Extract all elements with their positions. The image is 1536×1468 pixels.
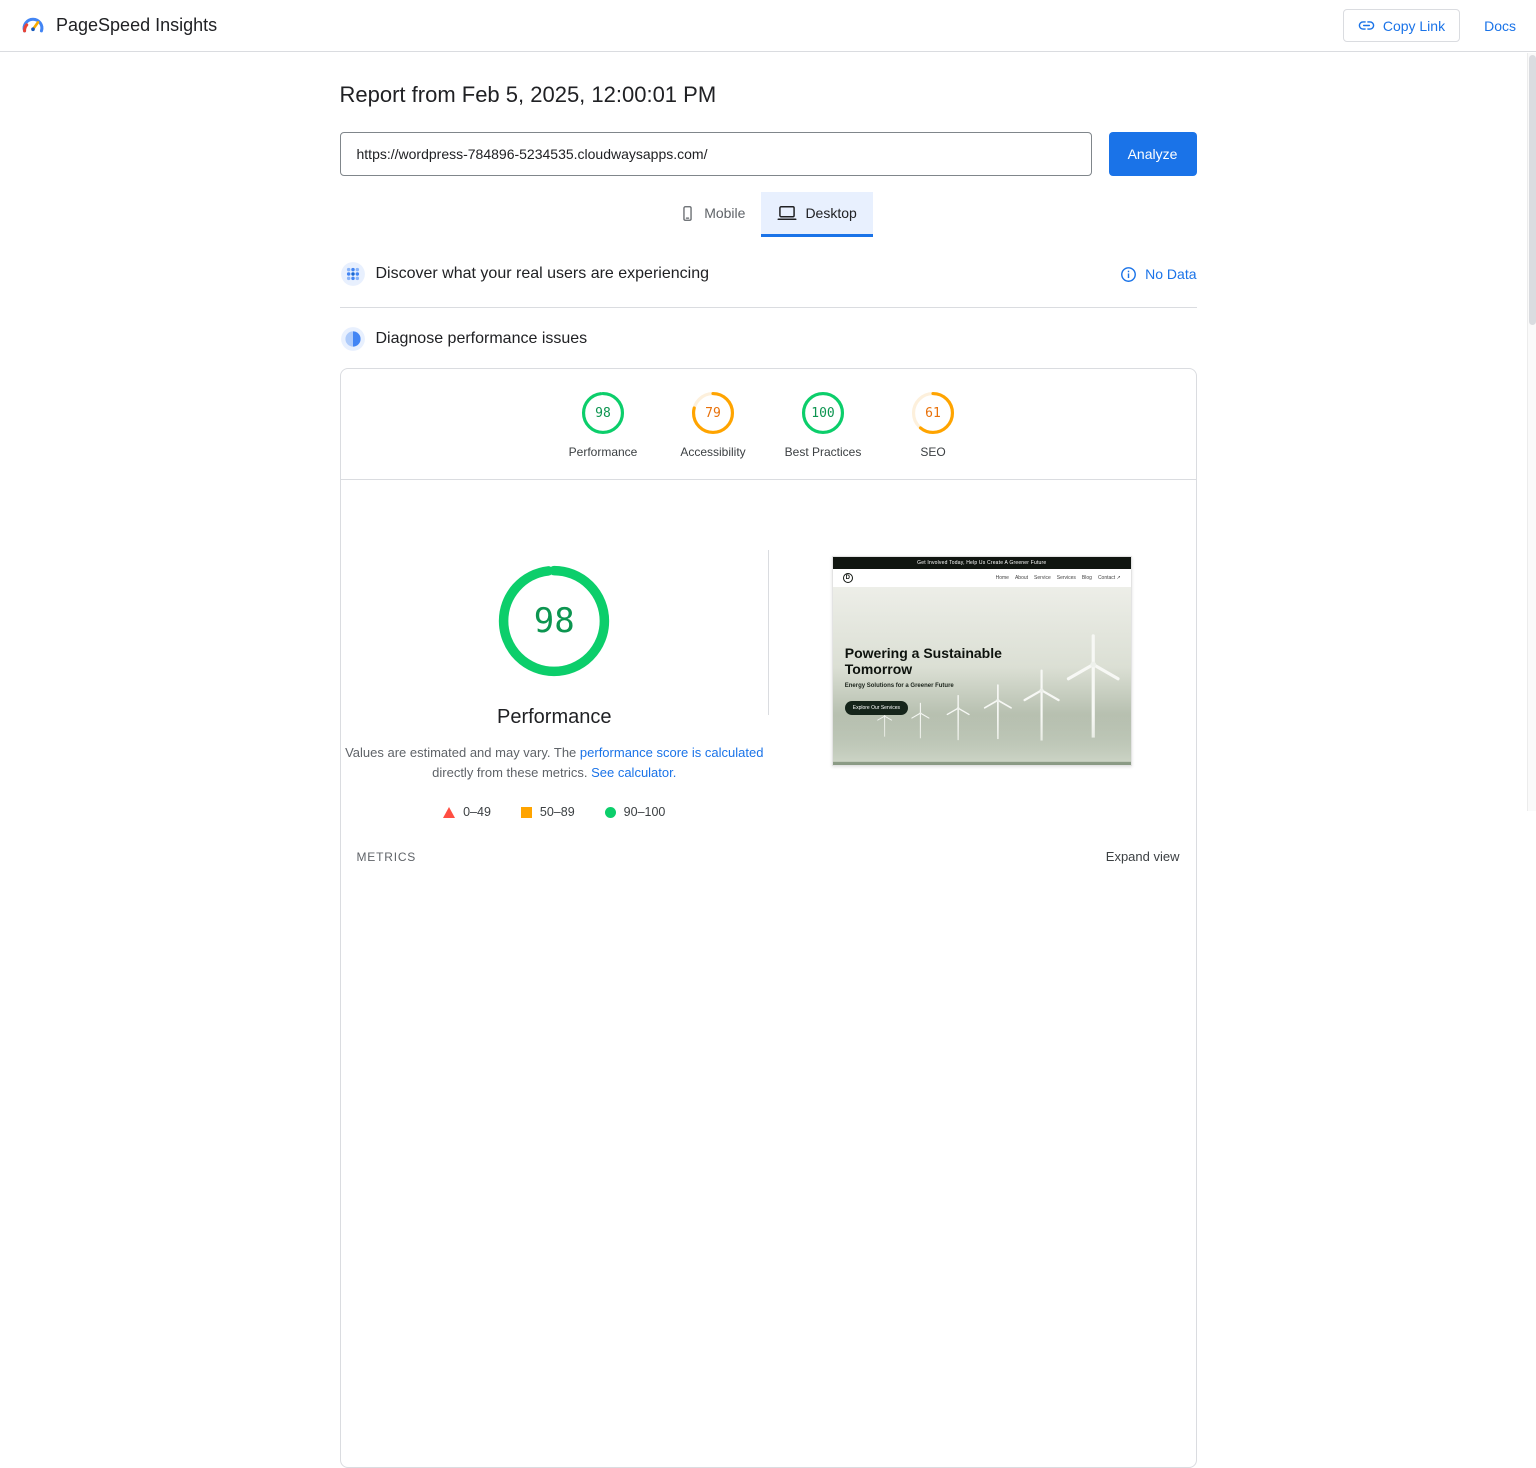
performance-gauge-column: 98 Performance Values are estimated and …: [341, 480, 769, 819]
tab-desktop[interactable]: Desktop: [761, 192, 872, 234]
url-input[interactable]: [340, 132, 1092, 176]
performance-summary: 98 Performance Values are estimated and …: [341, 480, 1196, 819]
site-screenshot-thumbnail[interactable]: Get Involved Today, Help Us Create A Gre…: [832, 556, 1132, 766]
copy-link-button[interactable]: Copy Link: [1343, 9, 1460, 42]
analyze-button[interactable]: Analyze: [1109, 132, 1197, 176]
field-data-section: Discover what your real users are experi…: [340, 261, 1197, 287]
preview-nav-links: Home About Service Services Blog Contact…: [996, 575, 1121, 581]
preview-navbar: D Home About Service Services Blog Conta…: [833, 569, 1131, 587]
note-text: directly from these metrics.: [432, 765, 591, 780]
score-value: 61: [911, 391, 955, 435]
score-gauge-performance[interactable]: 98 Performance: [557, 391, 649, 459]
preview-site-logo: D: [843, 573, 853, 583]
fail-triangle-icon: [443, 807, 455, 818]
preview-nav-item: Blog: [1082, 575, 1092, 581]
see-calculator-link[interactable]: See calculator.: [591, 765, 676, 780]
vertical-divider: [768, 550, 769, 715]
lab-data-section: Diagnose performance issues: [340, 326, 1197, 352]
performance-gauge: 98: [497, 564, 611, 678]
app-header: PageSpeed Insights Copy Link Docs: [0, 0, 1536, 52]
score-legend: 0–49 50–89 90–100: [443, 805, 665, 819]
score-label: Best Practices: [777, 445, 869, 459]
main-content: Report from Feb 5, 2025, 12:00:01 PM Ana…: [340, 52, 1197, 1468]
note-text: Values are estimated and may vary. The: [345, 745, 580, 760]
link-icon: [1358, 17, 1375, 34]
metrics-bar: METRICS Expand view: [341, 849, 1196, 864]
preview-hero: Powering a Sustainable Tomorrow Energy S…: [833, 587, 1131, 765]
desktop-laptop-icon: [777, 203, 797, 223]
docs-link[interactable]: Docs: [1484, 18, 1516, 34]
performance-title: Performance: [497, 706, 612, 729]
copy-link-label: Copy Link: [1383, 18, 1445, 34]
score-label: Accessibility: [667, 445, 759, 459]
performance-note: Values are estimated and may vary. The p…: [344, 743, 764, 783]
score-label: Performance: [557, 445, 649, 459]
no-data-button[interactable]: No Data: [1120, 266, 1196, 283]
preview-hero-heading: Powering a Sustainable Tomorrow: [845, 645, 1015, 677]
lab-data-title: Diagnose performance issues: [376, 330, 588, 348]
preview-nav-item: Service: [1034, 575, 1051, 581]
scrollbar-thumb[interactable]: [1529, 55, 1536, 325]
score-value: 79: [691, 391, 735, 435]
scrollbar[interactable]: [1527, 53, 1536, 811]
category-scores: 98 Performance 79 Accessibility: [341, 391, 1196, 459]
score-value: 98: [581, 391, 625, 435]
score-value: 100: [801, 391, 845, 435]
legend-fail: 0–49: [443, 805, 491, 819]
tab-mobile[interactable]: Mobile: [663, 192, 761, 234]
legend-average: 50–89: [521, 805, 575, 819]
preview-nav-item: Home: [996, 575, 1009, 581]
section-divider: [340, 307, 1197, 308]
mobile-phone-icon: [679, 205, 696, 222]
info-icon: [1120, 266, 1137, 283]
score-calculation-link[interactable]: performance score is calculated: [580, 745, 764, 760]
report-heading: Report from Feb 5, 2025, 12:00:01 PM: [340, 82, 1197, 108]
average-square-icon: [521, 807, 532, 818]
no-data-label: No Data: [1145, 266, 1196, 282]
legend-pass: 90–100: [605, 805, 666, 819]
report-card: 98 Performance 79 Accessibility: [340, 368, 1197, 1468]
metrics-title: METRICS: [357, 850, 417, 864]
score-gauge-best-practices[interactable]: 100 Best Practices: [777, 391, 869, 459]
header-brand: PageSpeed Insights: [20, 13, 217, 39]
legend-range: 50–89: [540, 805, 575, 819]
score-label: SEO: [887, 445, 979, 459]
site-preview-column: Get Involved Today, Help Us Create A Gre…: [768, 480, 1196, 819]
url-search-row: Analyze: [340, 132, 1197, 176]
expand-view-button[interactable]: Expand view: [1106, 849, 1180, 864]
real-users-icon: [340, 261, 366, 287]
performance-score-value: 98: [497, 564, 611, 678]
tab-desktop-label: Desktop: [805, 205, 856, 221]
preview-cta-button: Explore Our Services: [845, 701, 908, 715]
preview-nav-item: Services: [1057, 575, 1076, 581]
legend-range: 90–100: [624, 805, 666, 819]
legend-range: 0–49: [463, 805, 491, 819]
score-gauge-seo[interactable]: 61 SEO: [887, 391, 979, 459]
field-data-title: Discover what your real users are experi…: [376, 265, 709, 283]
preview-hero-subheading: Energy Solutions for a Greener Future: [845, 683, 954, 689]
preview-nav-item: About: [1015, 575, 1028, 581]
diagnose-icon: [340, 326, 366, 352]
app-title[interactable]: PageSpeed Insights: [56, 15, 217, 36]
score-gauge-accessibility[interactable]: 79 Accessibility: [667, 391, 759, 459]
pass-circle-icon: [605, 807, 616, 818]
device-tabs: Mobile Desktop: [340, 192, 1197, 237]
header-actions: Copy Link Docs: [1343, 9, 1516, 42]
preview-top-banner: Get Involved Today, Help Us Create A Gre…: [833, 557, 1131, 569]
pagespeed-logo-icon[interactable]: [20, 13, 46, 39]
tab-mobile-label: Mobile: [704, 205, 745, 221]
preview-nav-item: Contact ↗: [1098, 575, 1121, 581]
